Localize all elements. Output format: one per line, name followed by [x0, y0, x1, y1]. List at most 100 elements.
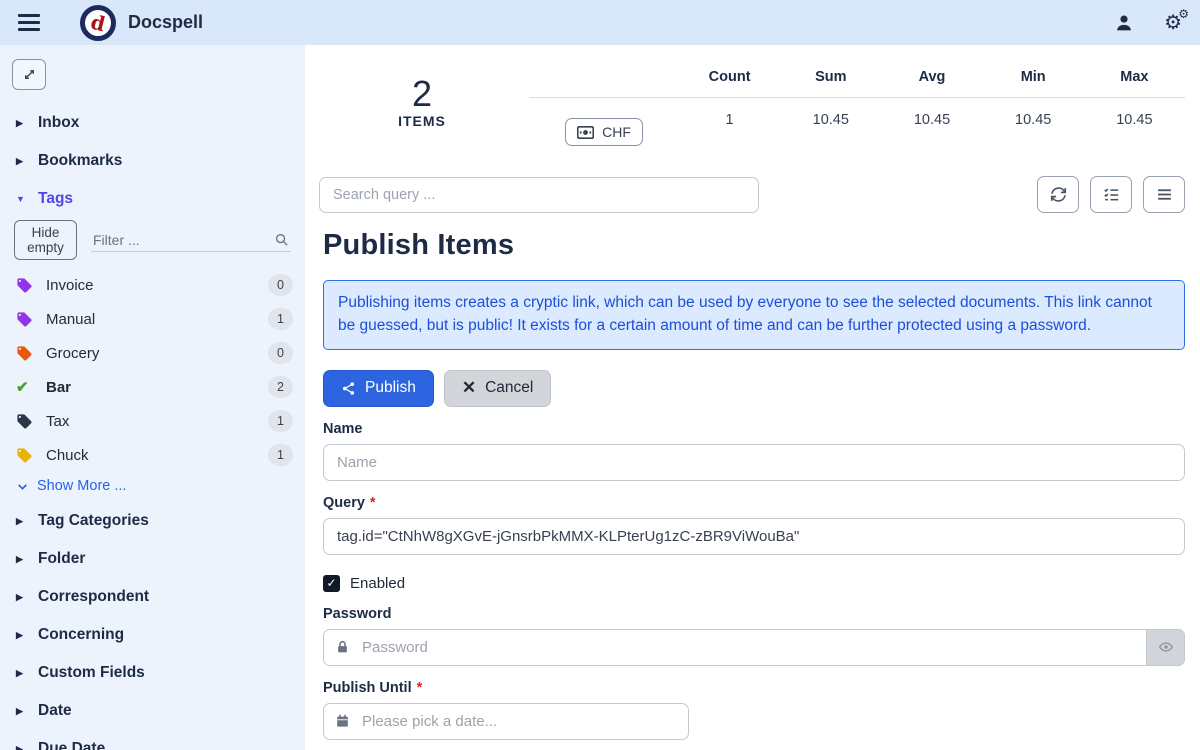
publish-until-label: Publish Until*	[323, 680, 1185, 696]
stat-sum: 10.45	[780, 98, 881, 160]
close-icon: ✕	[462, 378, 476, 398]
caret-right-icon: ▶	[16, 592, 38, 603]
caret-right-icon: ▶	[16, 630, 38, 641]
stat-max: 10.45	[1084, 98, 1185, 160]
col-count: Count	[679, 61, 780, 98]
publish-button[interactable]: Publish	[323, 370, 434, 407]
caret-right-icon: ▶	[16, 554, 38, 565]
tag-row-manual[interactable]: Manual 1	[0, 302, 305, 336]
hide-empty-button[interactable]: Hide empty	[14, 220, 77, 260]
diagonal-expand-icon	[22, 67, 37, 82]
password-label: Password	[323, 606, 1185, 622]
tag-row-bar-selected[interactable]: ✔ Bar 2	[0, 370, 305, 404]
app-title: Docspell	[128, 12, 203, 33]
currency-badge: CHF	[565, 118, 643, 146]
stat-min: 10.45	[983, 98, 1084, 160]
tag-icon	[16, 446, 34, 464]
caret-right-icon: ▶	[16, 118, 38, 129]
sidebar-item-custom-fields[interactable]: ▶Custom Fields	[0, 654, 305, 692]
enabled-checkbox[interactable]: ✓	[323, 575, 340, 592]
top-bar: d Docspell ⚙⚙	[0, 0, 1200, 45]
refresh-button[interactable]	[1037, 176, 1079, 213]
user-icon[interactable]	[1114, 13, 1134, 33]
item-count-label: ITEMS	[377, 113, 467, 129]
tag-row-invoice[interactable]: Invoice 0	[0, 268, 305, 302]
list-check-icon	[1103, 186, 1120, 203]
col-max: Max	[1084, 61, 1185, 98]
expand-sidebar-button[interactable]	[12, 59, 46, 90]
caret-right-icon: ▶	[16, 156, 38, 167]
item-count: 2 ITEMS	[377, 75, 467, 129]
chevron-down-icon	[16, 480, 29, 493]
tag-row-grocery[interactable]: Grocery 0	[0, 336, 305, 370]
hamburger-menu-icon[interactable]	[18, 14, 40, 31]
calendar-icon	[335, 713, 350, 729]
tag-count-badge: 1	[268, 444, 293, 466]
stat-count: 1	[679, 98, 780, 160]
sidebar-item-due-date[interactable]: ▶Due Date	[0, 730, 305, 750]
required-marker: *	[417, 680, 423, 696]
cancel-button[interactable]: ✕ Cancel	[444, 370, 552, 407]
sidebar-item-concerning[interactable]: ▶Concerning	[0, 616, 305, 654]
stats-table: Count Sum Avg Min Max CHF 1 10.45 10.45 …	[529, 61, 1185, 160]
settings-gears-icon[interactable]: ⚙⚙	[1164, 13, 1182, 33]
item-count-value: 2	[377, 75, 467, 113]
caret-right-icon: ▶	[16, 516, 38, 527]
sidebar-item-inbox[interactable]: ▶ Inbox	[0, 104, 305, 142]
query-label: Query*	[323, 495, 1185, 511]
tag-count-badge: 1	[268, 308, 293, 330]
tag-count-badge: 2	[268, 376, 293, 398]
lock-icon	[335, 639, 350, 655]
tag-icon	[16, 310, 34, 328]
sidebar: ▶ Inbox ▶ Bookmarks ▼ Tags Hide empty	[0, 45, 305, 750]
menu-bars-icon	[1156, 186, 1173, 203]
required-marker: *	[370, 495, 376, 511]
tag-count-badge: 1	[268, 410, 293, 432]
caret-down-icon: ▼	[16, 194, 38, 204]
sidebar-item-date[interactable]: ▶Date	[0, 692, 305, 730]
sidebar-item-tag-categories[interactable]: ▶Tag Categories	[0, 502, 305, 540]
toggle-password-visibility-button[interactable]	[1146, 629, 1185, 666]
tag-filter-input[interactable]	[93, 232, 274, 248]
col-avg: Avg	[881, 61, 982, 98]
publish-until-date-input[interactable]	[323, 703, 689, 740]
tag-icon	[16, 344, 34, 362]
stat-avg: 10.45	[881, 98, 982, 160]
tag-icon	[16, 412, 34, 430]
caret-right-icon: ▶	[16, 706, 38, 717]
eye-icon	[1158, 639, 1174, 655]
stats-summary: 2 ITEMS Count Sum Avg Min Max CHF 1 10.4…	[319, 61, 1185, 160]
query-input[interactable]	[323, 518, 1185, 555]
list-check-button[interactable]	[1090, 176, 1132, 213]
search-query-input[interactable]	[319, 177, 759, 213]
publish-info-message: Publishing items creates a cryptic link,…	[323, 280, 1185, 350]
name-label: Name	[323, 421, 1185, 437]
sidebar-item-correspondent[interactable]: ▶Correspondent	[0, 578, 305, 616]
sidebar-item-folder[interactable]: ▶Folder	[0, 540, 305, 578]
banknote-icon	[577, 126, 594, 139]
tag-row-tax[interactable]: Tax 1	[0, 404, 305, 438]
name-input[interactable]	[323, 444, 1185, 481]
refresh-icon	[1050, 186, 1067, 203]
tag-filter-field[interactable]	[91, 229, 291, 252]
search-icon	[274, 232, 289, 247]
check-icon: ✔	[16, 378, 34, 396]
password-input[interactable]	[323, 629, 1185, 666]
tag-icon	[16, 276, 34, 294]
col-min: Min	[983, 61, 1084, 98]
menu-button[interactable]	[1143, 176, 1185, 213]
show-more-link[interactable]: Show More ...	[0, 472, 305, 502]
caret-right-icon: ▶	[16, 744, 38, 750]
sidebar-item-bookmarks[interactable]: ▶ Bookmarks	[0, 142, 305, 180]
docspell-logo: d	[80, 5, 116, 41]
share-icon	[341, 381, 356, 396]
tag-count-badge: 0	[268, 274, 293, 296]
page-title: Publish Items	[323, 229, 1185, 262]
sidebar-item-tags[interactable]: ▼ Tags	[0, 180, 305, 218]
enabled-label: Enabled	[350, 575, 405, 592]
tag-row-chuck[interactable]: Chuck 1	[0, 438, 305, 472]
main-content: 2 ITEMS Count Sum Avg Min Max CHF 1 10.4…	[305, 45, 1200, 750]
tag-count-badge: 0	[268, 342, 293, 364]
col-sum: Sum	[780, 61, 881, 98]
caret-right-icon: ▶	[16, 668, 38, 679]
